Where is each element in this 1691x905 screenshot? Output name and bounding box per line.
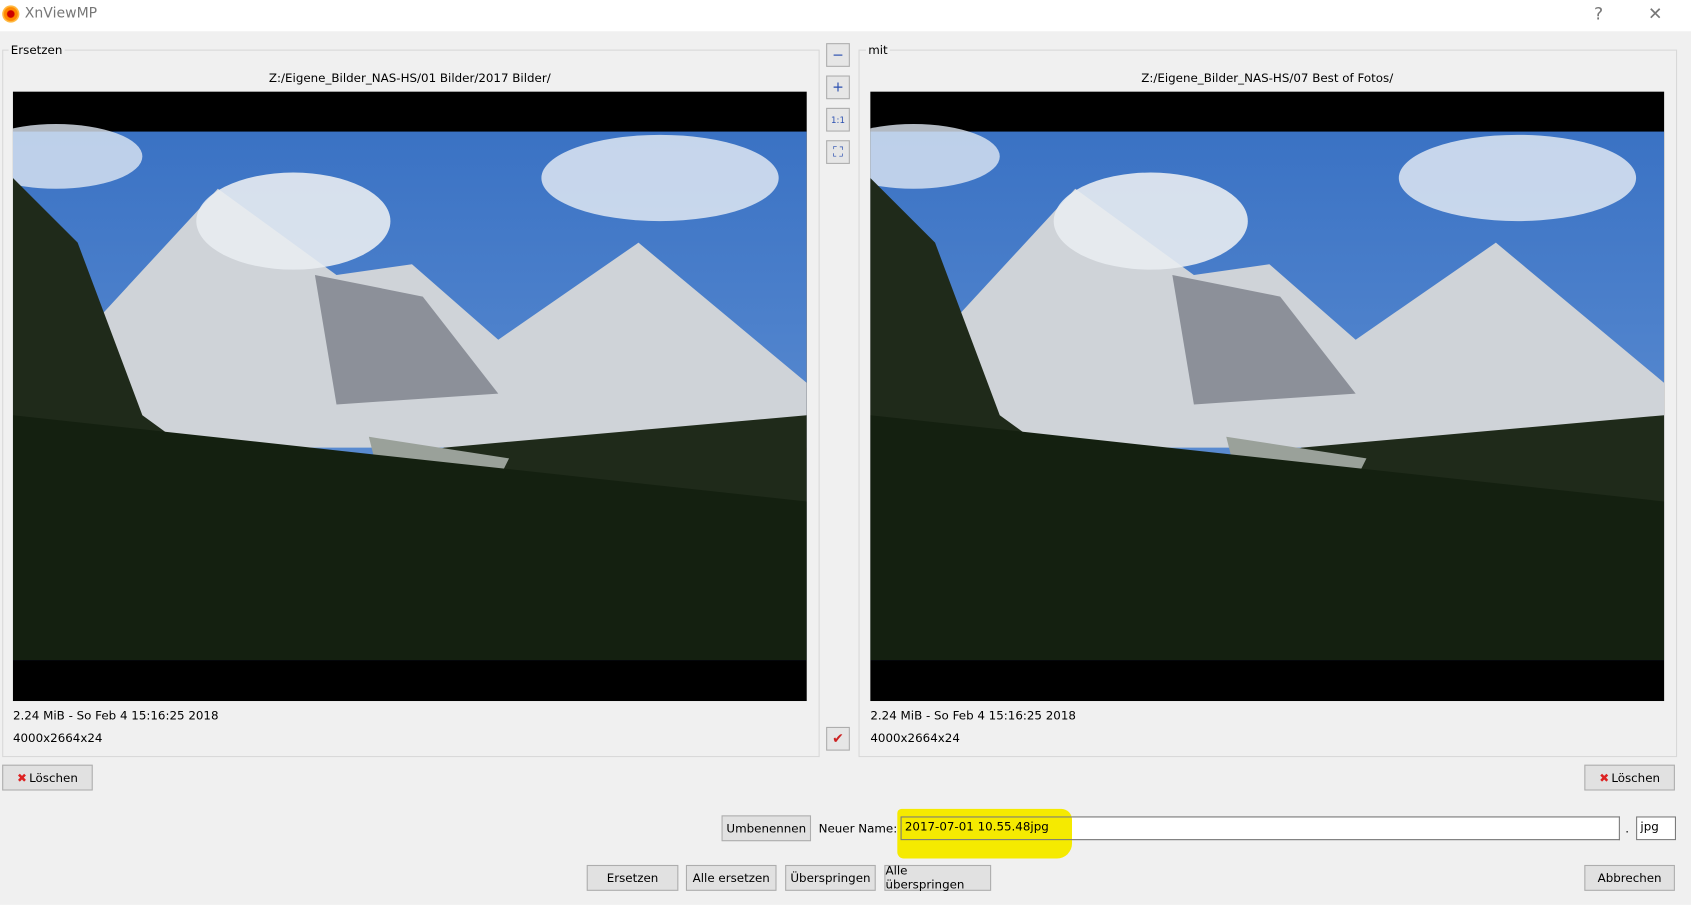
new-name-value: 2017-07-01 10.55.48jpg [904,819,1049,834]
left-photo [12,124,807,661]
right-path: Z:/Eigene_Bilder_NAS-HS/07 Best of Fotos… [1141,71,1394,86]
fit-screen-icon: ⛶ [833,143,843,161]
right-delete-label: Löschen [1611,770,1661,785]
extension-input[interactable]: jpg [1636,816,1676,841]
delete-icon: ✖ [1599,770,1610,785]
zoom-in-button[interactable]: + [826,75,850,100]
left-path: Z:/Eigene_Bilder_NAS-HS/01 Bilder/2017 B… [268,71,551,86]
left-delete-label: Löschen [29,770,78,785]
rename-button[interactable]: Umbenennen [721,815,812,842]
app-logo-icon [2,5,20,23]
left-image-viewer[interactable] [12,91,807,702]
left-delete-button[interactable]: ✖ Löschen [2,764,93,791]
skip-all-button[interactable]: Alle überspringen [884,864,992,892]
checkmark-icon: ✔ [832,730,844,747]
zoom-out-button[interactable]: − [826,43,850,67]
zoom-out-icon: − [832,46,844,64]
new-name-label: Neuer Name: [818,821,898,836]
right-image-viewer[interactable] [870,91,1665,702]
zoom-in-icon: + [832,79,844,96]
zoom-1to1-button[interactable]: 1:1 [826,107,850,132]
left-group-label: Ersetzen [8,43,65,58]
new-name-input-bg [1072,816,1620,841]
skip-button[interactable]: Überspringen [785,864,876,891]
right-photo [870,124,1665,661]
window-title: XnViewMP [24,5,98,22]
replace-all-button[interactable]: Alle ersetzen [685,864,777,891]
left-dimensions: 4000x2664x24 [12,731,103,746]
close-button[interactable]: ✕ [1648,3,1662,23]
right-delete-button[interactable]: ✖ Löschen [1584,764,1675,791]
fit-button[interactable]: ⛶ [826,140,850,164]
check-button[interactable]: ✔ [826,726,850,751]
help-button[interactable]: ? [1594,3,1603,23]
delete-icon: ✖ [17,770,27,785]
compare-dialog: XnViewMP ? ✕ Ersetzen Z:/Eigene_Bilder_N… [0,0,1691,905]
cancel-button[interactable]: Abbrechen [1584,864,1675,891]
right-group-label: mit [866,43,890,58]
right-file-info: 2.24 MiB - So Feb 4 15:16:25 2018 [870,708,1076,723]
left-file-info: 2.24 MiB - So Feb 4 15:16:25 2018 [12,708,219,723]
right-dimensions: 4000x2664x24 [870,731,960,746]
zoom-1to1-icon: 1:1 [831,114,845,125]
title-bar: XnViewMP ? ✕ [0,0,1691,32]
extension-dot: . [1625,821,1630,836]
replace-button[interactable]: Ersetzen [586,864,679,891]
